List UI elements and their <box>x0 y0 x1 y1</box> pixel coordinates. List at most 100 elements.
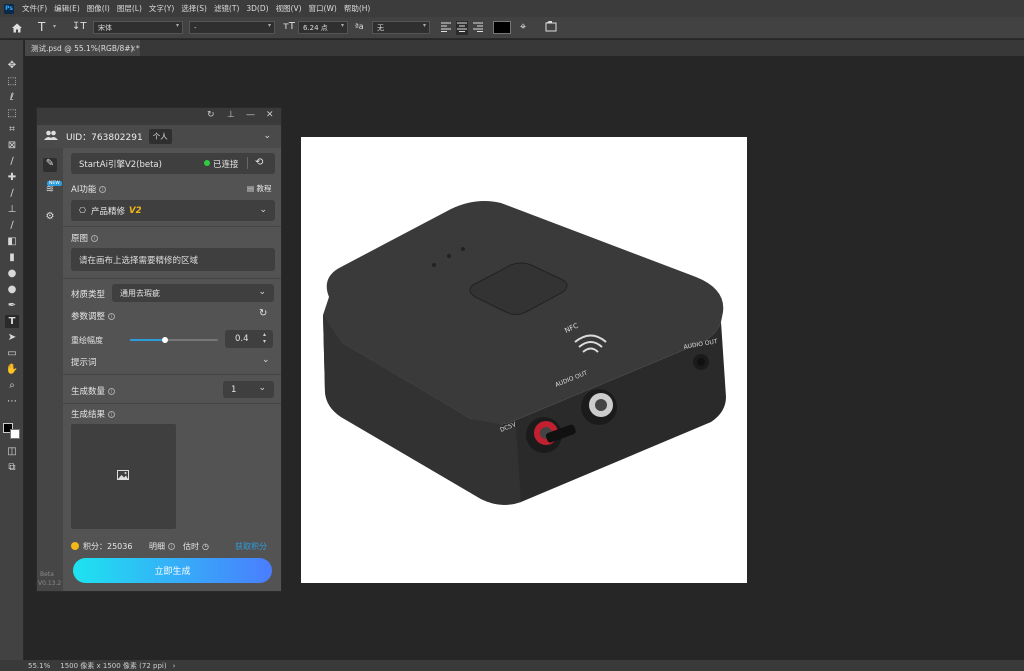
info-icon[interactable]: i <box>108 411 116 418</box>
count-label: 生成数量 i <box>71 385 116 397</box>
type-tool-icon[interactable]: T <box>5 315 19 328</box>
menu-filter[interactable]: 滤镜(T) <box>214 3 239 14</box>
move-tool-icon[interactable]: ✥ <box>5 59 19 72</box>
warp-text-icon[interactable]: ⌖ <box>520 21 526 32</box>
canvas-document[interactable]: NFC AUDIO OUT AUDIO OUT DC5V <box>301 137 747 583</box>
original-label: 原图 i <box>71 232 99 244</box>
close-icon[interactable]: ✕ <box>266 110 274 120</box>
hand-tool-icon[interactable]: ✋ <box>5 363 19 376</box>
startai-plugin-panel: ↻ ⊥ — ✕ UID：763802291 个人 ⌄ ✎ ≋ NEW ⚙ Bet… <box>36 107 282 592</box>
gear-icon[interactable]: ⚙ <box>43 211 57 225</box>
generate-button[interactable]: 立即生成 <box>73 558 272 583</box>
tutorial-link[interactable]: ▤ 教程 <box>247 183 271 194</box>
prompt-label[interactable]: 提示词 <box>71 356 97 368</box>
menu-image[interactable]: 图像(I) <box>87 3 110 14</box>
chevron-down-icon: ▾ <box>175 22 179 29</box>
switch-engine-icon[interactable]: ⟲ <box>255 157 263 168</box>
close-icon[interactable]: × <box>130 44 136 53</box>
status-dot <box>204 160 210 166</box>
screen-mode-icon[interactable]: ⧉ <box>5 461 19 474</box>
pin-icon[interactable]: ⊥ <box>227 110 235 120</box>
refresh-icon[interactable]: ↻ <box>207 110 215 120</box>
chevron-down-icon[interactable]: ▾ <box>53 24 56 30</box>
chevron-down-icon: ▾ <box>422 22 426 29</box>
menu-edit[interactable]: 编辑(E) <box>54 3 80 14</box>
font-size-icon: ᴛT <box>283 21 295 32</box>
redraw-value-input[interactable]: 0.4 ▴ ▾ <box>225 330 273 348</box>
menu-window[interactable]: 窗口(W) <box>309 3 337 14</box>
material-select[interactable]: 通用去瑕疵 ⌄ <box>112 284 274 302</box>
count-value: 1 <box>231 384 237 395</box>
info-icon: i <box>168 543 175 550</box>
align-center-icon[interactable] <box>456 21 468 35</box>
font-family-select[interactable]: 宋体 ▾ <box>93 21 183 34</box>
divider <box>247 157 248 169</box>
blur-tool-icon[interactable]: ● <box>5 267 19 280</box>
text-color-swatch[interactable] <box>493 21 511 34</box>
options-bar: T ▾ ↧T 宋体 ▾ - ▾ ᴛT 6.24 点 ▾ ªa 无 ▾ ⌖ <box>0 17 1024 39</box>
crop-tool-icon[interactable]: ⌗ <box>5 123 19 136</box>
rectangle-tool-icon[interactable]: ▭ <box>5 347 19 360</box>
slider-thumb[interactable] <box>162 337 169 343</box>
get-points-link[interactable]: 获取积分 <box>235 541 267 552</box>
edit-icon[interactable]: ✎ <box>43 158 57 172</box>
menu-help[interactable]: 帮助(H) <box>344 3 371 14</box>
frame-tool-icon[interactable]: ⊠ <box>5 139 19 152</box>
pen-tool-icon[interactable]: ✒ <box>5 299 19 312</box>
info-icon[interactable]: i <box>91 235 99 242</box>
history-brush-tool-icon[interactable]: ∕ <box>5 219 19 232</box>
redraw-slider[interactable] <box>130 337 218 343</box>
ai-function-select[interactable]: ⎔ 产品精修 V2 ⌄ <box>71 200 275 221</box>
align-left-icon[interactable] <box>441 22 451 34</box>
result-thumbnail[interactable] <box>71 424 176 529</box>
original-hint-box[interactable]: 请在画布上选择需要精修的区域 <box>71 248 275 271</box>
count-select[interactable]: 1 ⌄ <box>223 381 274 398</box>
lasso-tool-icon[interactable]: ℓ <box>5 91 19 104</box>
info-icon[interactable]: i <box>108 388 116 395</box>
connection-status: 已连接 <box>213 160 239 170</box>
menu-view[interactable]: 视图(V) <box>276 3 302 14</box>
chevron-down-icon[interactable]: ⌄ <box>262 355 273 365</box>
align-right-icon[interactable] <box>473 22 483 34</box>
more-tools-icon[interactable]: ⋯ <box>5 395 19 408</box>
font-size-select[interactable]: 6.24 点 ▾ <box>298 21 348 34</box>
detail-link[interactable]: 明细 i <box>149 541 175 552</box>
eraser-tool-icon[interactable]: ◧ <box>5 235 19 248</box>
quick-mask-icon[interactable]: ◫ <box>5 445 19 458</box>
background-color-swatch[interactable] <box>10 429 20 439</box>
material-label: 材质类型 <box>71 290 106 300</box>
minimize-icon[interactable]: — <box>246 110 255 120</box>
dodge-tool-icon[interactable]: ● <box>5 283 19 296</box>
gradient-tool-icon[interactable]: ▮ <box>5 251 19 264</box>
zoom-level[interactable]: 55.1% <box>28 662 50 670</box>
path-select-tool-icon[interactable]: ➤ <box>5 331 19 344</box>
status-chevron-icon[interactable]: › <box>173 662 176 670</box>
quick-select-tool-icon[interactable]: ⬚ <box>5 107 19 120</box>
menu-3d[interactable]: 3D(D) <box>246 4 268 13</box>
document-tab[interactable]: 测试.psd @ 55.1%(RGB/8#) * × <box>25 40 140 56</box>
stamp-tool-icon[interactable]: ⊥ <box>5 203 19 216</box>
eyedropper-tool-icon[interactable]: ∕ <box>5 155 19 168</box>
text-orientation-icon[interactable]: ↧T <box>72 22 87 32</box>
menu-layer[interactable]: 图层(L) <box>117 3 142 14</box>
info-icon[interactable]: i <box>99 186 107 193</box>
menu-file[interactable]: 文件(F) <box>22 3 47 14</box>
antialias-select[interactable]: 无 ▾ <box>372 21 430 34</box>
chevron-down-icon[interactable]: ⌄ <box>263 131 271 141</box>
reset-params-icon[interactable]: ↻ <box>259 308 267 319</box>
engine-selector[interactable]: StartAi引擎V2(beta) 已连接 ⟲ <box>71 153 275 174</box>
healing-brush-tool-icon[interactable]: ✚ <box>5 171 19 184</box>
version-beta: Beta <box>40 571 54 578</box>
zoom-tool-icon[interactable]: ⌕ <box>5 379 19 392</box>
menu-select[interactable]: 选择(S) <box>181 3 207 14</box>
stepper-arrows-icon[interactable]: ▴ ▾ <box>263 331 266 345</box>
font-style-select[interactable]: - ▾ <box>189 21 275 34</box>
menu-type[interactable]: 文字(Y) <box>149 3 174 14</box>
marquee-tool-icon[interactable]: ⬚ <box>5 75 19 88</box>
character-panel-icon[interactable] <box>545 21 557 34</box>
layers-icon[interactable]: ≋ <box>43 184 57 198</box>
info-icon[interactable]: i <box>108 313 116 320</box>
type-tool-preset-icon[interactable]: T <box>38 21 45 33</box>
home-icon[interactable] <box>11 22 23 36</box>
brush-tool-icon[interactable]: ∕ <box>5 187 19 200</box>
